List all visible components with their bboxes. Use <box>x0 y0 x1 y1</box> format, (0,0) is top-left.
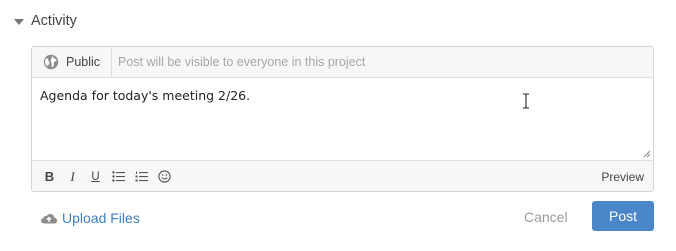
post-composer: Public Post will be visible to everyone … <box>31 46 654 192</box>
italic-icon: I <box>70 168 75 184</box>
bold-button[interactable]: B <box>38 166 61 188</box>
bullet-list-button[interactable] <box>107 166 130 188</box>
text-cursor-icon <box>523 93 529 109</box>
upload-files-button[interactable]: Upload Files <box>40 208 140 228</box>
resize-handle-icon[interactable] <box>643 150 651 158</box>
post-button[interactable]: Post <box>592 201 654 231</box>
underline-button[interactable]: U <box>84 166 107 188</box>
activity-section-toggle[interactable]: Activity <box>14 9 77 33</box>
visibility-hint: Post will be visible to everyone in this… <box>118 55 366 69</box>
numbered-list-button[interactable] <box>130 166 153 188</box>
smiley-icon <box>158 170 171 183</box>
visibility-selector[interactable]: Public <box>32 47 112 77</box>
cancel-button[interactable]: Cancel <box>524 206 568 228</box>
bullet-list-icon <box>112 171 125 182</box>
editor-text: Agenda for today's meeting 2/26. <box>40 88 251 103</box>
activity-title: Activity <box>31 13 77 29</box>
bold-icon: B <box>44 169 55 184</box>
visibility-bar: Public Post will be visible to everyone … <box>32 47 653 78</box>
upload-files-label: Upload Files <box>62 210 140 226</box>
formatting-toolbar: B I U Preview <box>32 160 653 191</box>
numbered-list-icon <box>135 171 148 182</box>
caret-down-icon <box>14 18 24 25</box>
post-editor[interactable]: Agenda for today's meeting 2/26. <box>32 78 653 160</box>
emoji-button[interactable] <box>153 166 176 188</box>
cloud-upload-icon <box>41 214 57 224</box>
underline-icon: U <box>91 170 100 183</box>
visibility-label: Public <box>66 55 101 69</box>
italic-button[interactable]: I <box>61 166 84 188</box>
globe-icon <box>43 54 59 70</box>
preview-button[interactable]: Preview <box>601 170 644 184</box>
